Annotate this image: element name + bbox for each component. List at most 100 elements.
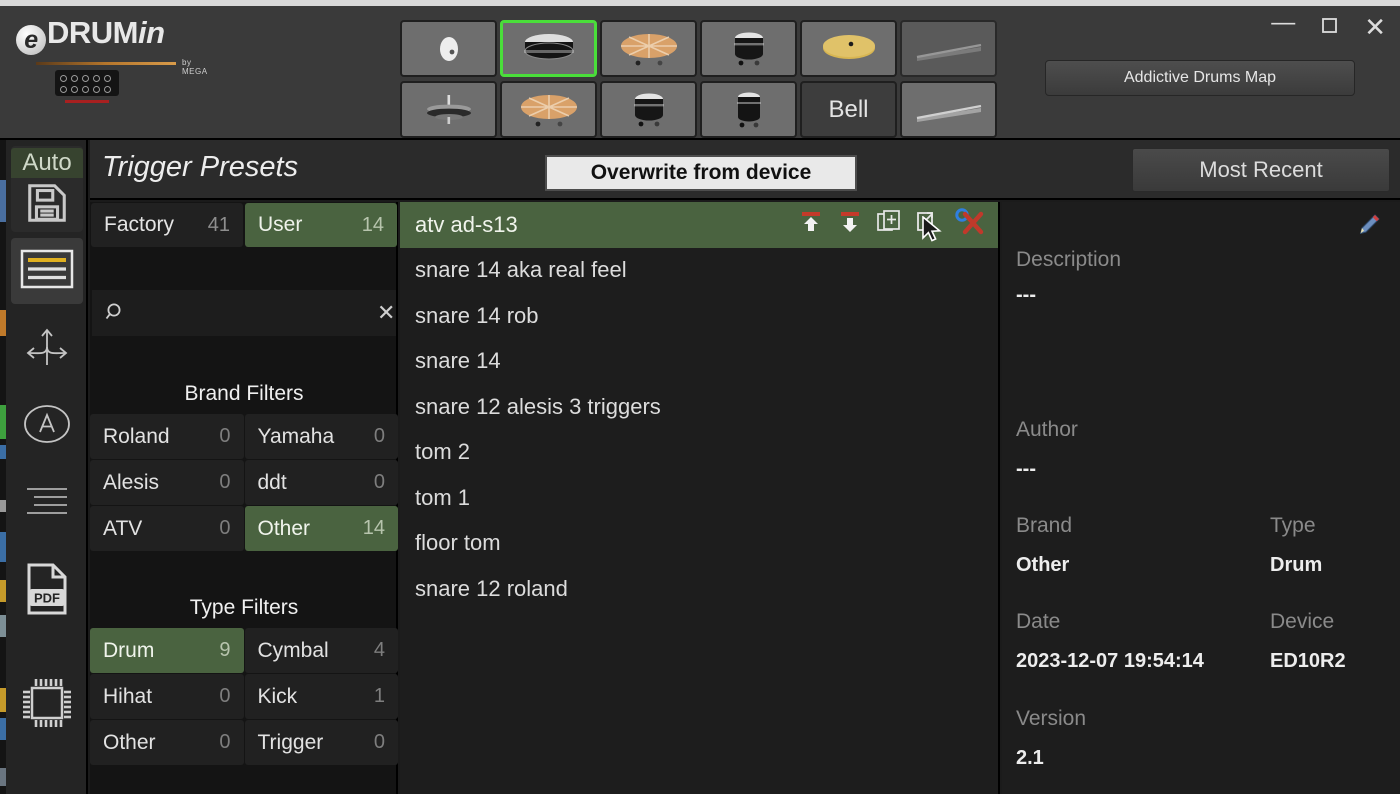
source-tab-label: Factory	[104, 213, 175, 236]
preset-row[interactable]: floor tom	[400, 521, 998, 567]
download-from-device-icon[interactable]	[837, 209, 863, 241]
edrumin-logo: e DRUMin by MEGA	[16, 16, 216, 76]
type-label: Type	[1270, 514, 1316, 537]
pad-snare[interactable]	[500, 20, 597, 77]
maximize-icon[interactable]	[1321, 17, 1338, 37]
sidebar-item-auto-save[interactable]: Auto	[11, 146, 83, 232]
preset-details-panel: Description --- Author --- Brand Other T…	[1002, 202, 1400, 794]
filter-count: 14	[362, 517, 385, 539]
connector-pin	[71, 86, 78, 93]
preset-row[interactable]: atv ad-s13	[400, 202, 998, 248]
filter-count: 0	[219, 685, 231, 707]
source-tabs: Factory 41 User 14	[90, 202, 398, 247]
preset-row[interactable]: snare 12 roland	[400, 566, 998, 612]
type-filter-drum[interactable]: Drum 9	[90, 628, 244, 673]
tom-drum-icon	[627, 91, 671, 129]
brand-filter-ddt[interactable]: ddt 0	[244, 460, 398, 505]
pad-tom-1[interactable]	[700, 20, 797, 77]
pad-crash-2[interactable]	[500, 81, 597, 138]
preset-row-label: tom 1	[415, 484, 471, 510]
logo-subtitle: by MEGA	[182, 58, 208, 76]
delete-preset-icon[interactable]	[954, 208, 984, 242]
preset-row-label: snare 14 aka real feel	[415, 257, 627, 283]
pad-pedal-dim[interactable]	[900, 20, 997, 77]
type-filter-kick[interactable]: Kick 1	[244, 674, 398, 719]
search-box[interactable]: ✕	[92, 290, 396, 336]
preset-row-label: snare 14	[415, 348, 501, 374]
tom-drum-icon	[727, 30, 771, 68]
filters-panel: Factory 41 User 14 ✕ Brand Filters Roland 0 Y…	[90, 202, 398, 794]
sidebar-item-about[interactable]	[11, 390, 83, 462]
pad-crash-1[interactable]	[600, 20, 697, 77]
minimize-icon[interactable]: —	[1271, 11, 1295, 35]
pad-kick[interactable]	[700, 81, 797, 138]
type-filter-trigger[interactable]: Trigger 0	[244, 720, 398, 765]
filter-count: 1	[373, 685, 385, 707]
sidebar-item-presets[interactable]	[11, 238, 83, 304]
duplicate-preset-icon[interactable]	[876, 209, 902, 241]
source-tab-user[interactable]: User 14	[245, 203, 397, 247]
preset-row[interactable]: snare 12 alesis 3 triggers	[400, 384, 998, 430]
connector-pin	[71, 75, 78, 82]
sidebar-item-firmware[interactable]	[11, 660, 83, 750]
filter-label: Other	[103, 730, 156, 754]
sidebar-item-routing[interactable]	[11, 312, 83, 384]
brand-filter-alesis[interactable]: Alesis 0	[90, 460, 244, 505]
pad-pedal[interactable]	[900, 81, 997, 138]
brand-filter-other[interactable]: Other 14	[244, 506, 398, 551]
device-label: Device	[1270, 610, 1335, 633]
preset-row[interactable]: snare 14 rob	[400, 293, 998, 339]
filter-count: 0	[373, 471, 385, 493]
brand-filter-roland[interactable]: Roland 0	[90, 414, 244, 459]
pad-tom-2[interactable]	[600, 81, 697, 138]
left-sidebar: Auto PDF	[6, 140, 88, 794]
type-value: Drum	[1270, 554, 1323, 576]
type-filter-other[interactable]: Other 0	[90, 720, 244, 765]
drum-head-icon	[432, 32, 466, 66]
source-tab-factory[interactable]: Factory 41	[91, 203, 243, 247]
preset-row-actions	[798, 202, 984, 248]
type-filter-grid: Drum 9 Cymbal 4 Hihat 0 Kick 1 Other 0 Trigger 0	[90, 628, 398, 765]
window-controls: — ✕	[1271, 11, 1386, 41]
search-input[interactable]	[92, 302, 377, 324]
filter-label: Other	[257, 516, 311, 540]
brand-filter-yamaha[interactable]: Yamaha 0	[244, 414, 398, 459]
preset-row[interactable]: tom 2	[400, 430, 998, 476]
mouse-cursor	[922, 215, 944, 251]
pad-button-grid: Bell	[400, 20, 997, 138]
clear-search-icon[interactable]: ✕	[377, 302, 395, 324]
close-icon[interactable]: ✕	[1364, 14, 1386, 40]
author-label: Author	[1016, 418, 1078, 441]
preset-row-label: snare 12 alesis 3 triggers	[415, 393, 661, 419]
crash-cymbal-icon	[616, 31, 682, 67]
preset-row[interactable]: snare 14	[400, 339, 998, 385]
source-tab-count: 41	[207, 213, 230, 236]
sidebar-item-pdf[interactable]: PDF	[11, 548, 83, 634]
sort-order-button[interactable]: Most Recent	[1132, 148, 1390, 192]
connector-pin	[104, 86, 111, 93]
addictive-drums-map-button[interactable]: Addictive Drums Map	[1045, 60, 1355, 96]
pad-head-white[interactable]	[400, 20, 497, 77]
preset-row[interactable]: tom 1	[400, 475, 998, 521]
type-filter-cymbal[interactable]: Cymbal 4	[244, 628, 398, 673]
filter-label: Alesis	[103, 470, 160, 494]
pdf-icon: PDF	[23, 562, 71, 621]
type-filter-hihat[interactable]: Hihat 0	[90, 674, 244, 719]
date-value: 2023-12-07 19:54:14	[1016, 650, 1204, 672]
pad-ride[interactable]	[800, 20, 897, 77]
preset-row[interactable]: snare 14 aka real feel	[400, 248, 998, 294]
preset-row-label: snare 12 roland	[415, 575, 568, 601]
pad-hihat[interactable]	[400, 81, 497, 138]
pad-bell[interactable]: Bell	[800, 81, 897, 138]
filter-label: Roland	[103, 424, 170, 448]
source-tab-label: User	[258, 213, 303, 236]
connector-pin	[60, 86, 67, 93]
upload-to-device-icon[interactable]	[798, 209, 824, 241]
hihat-pedal-icon	[911, 94, 987, 126]
brand-filter-atv[interactable]: ATV 0	[90, 506, 244, 551]
pencil-icon[interactable]	[1354, 212, 1382, 245]
connector-pin	[93, 75, 100, 82]
application-window: e DRUMin by MEGA Bell — ✕ Addictive Drums…	[0, 0, 1400, 794]
sidebar-item-log[interactable]	[11, 468, 83, 540]
source-tab-count: 14	[361, 213, 384, 236]
